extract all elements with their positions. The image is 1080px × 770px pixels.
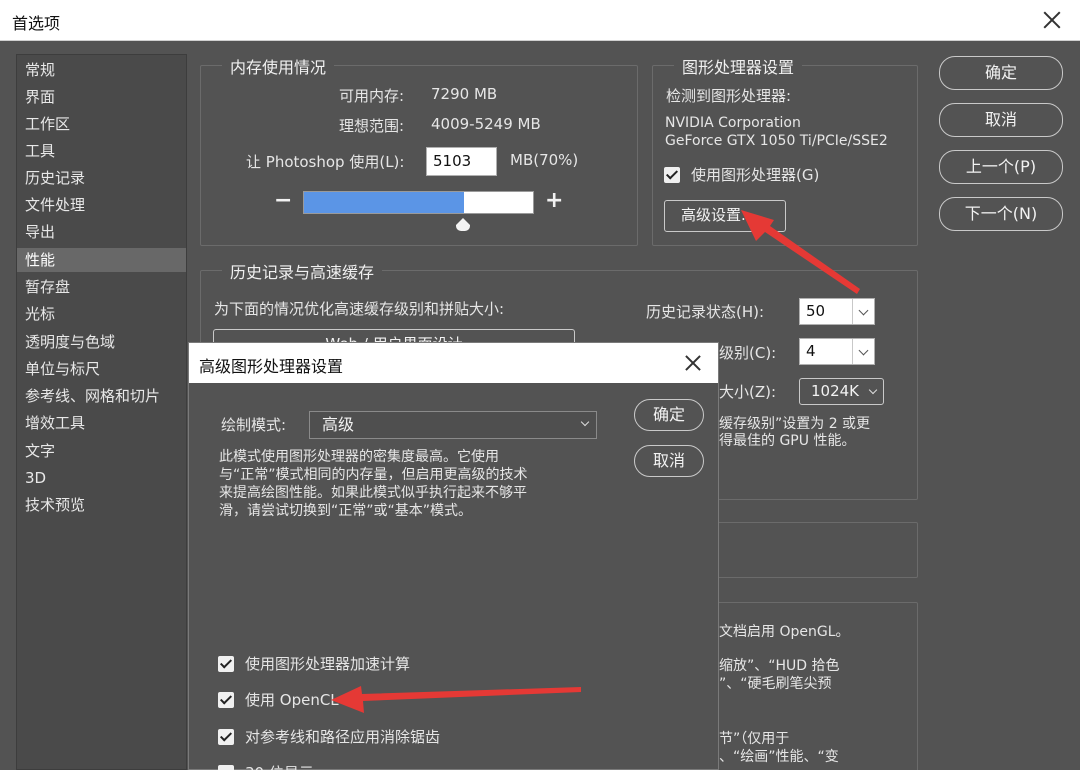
- advanced-gpu-dialog: 高级图形处理器设置 绘制模式: 高级 确定 取消 此模式使用图形处理器的密集度最…: [188, 342, 719, 770]
- thirty-bit-display-checkbox[interactable]: [218, 765, 234, 770]
- chevron-down-icon: [868, 385, 878, 395]
- gpu-vendor: NVIDIA Corporation: [665, 115, 801, 131]
- feature-note-b1: 节”（仅用于: [719, 731, 790, 747]
- dialog-cancel-button[interactable]: 取消: [634, 445, 704, 477]
- use-gpu-label: 使用图形处理器(G): [691, 166, 820, 184]
- nav-item-export[interactable]: 导出: [17, 220, 186, 244]
- cache-note-line1: 缓存级别”设置为 2 或更: [719, 416, 871, 432]
- nav-item-history-log[interactable]: 历史记录: [17, 166, 186, 190]
- use-gpu-checkbox[interactable]: [664, 167, 680, 183]
- history-cache-title: 历史记录与高速缓存: [222, 259, 383, 283]
- antialias-guides-label: 对参考线和路径应用消除锯齿: [245, 728, 441, 746]
- feature-note-a1: 缩放”、“HUD 拾色: [719, 658, 840, 674]
- nav-item-type[interactable]: 文字: [17, 439, 186, 463]
- gpu-settings-title: 图形处理器设置: [674, 54, 803, 78]
- window-titlebar: 首选项: [0, 0, 1080, 41]
- chevron-down-icon: [580, 417, 590, 427]
- nav-item-units-rulers[interactable]: 单位与标尺: [17, 357, 186, 381]
- chevron-down-icon: [852, 299, 874, 324]
- drawing-mode-label: 绘制模式:: [221, 416, 287, 434]
- mode-description-line2: 与“正常”模式相同的内存量，但启用更高级的技术: [219, 467, 528, 483]
- history-states-label: 历史记录状态(H):: [646, 303, 765, 321]
- ideal-range-value: 4009-5249 MB: [431, 115, 541, 133]
- nav-item-tech-previews[interactable]: 技术预览: [17, 493, 186, 517]
- dialog-title: 高级图形处理器设置: [199, 357, 344, 376]
- cache-note-line2: 得最佳的 GPU 性能。: [719, 433, 856, 449]
- scratch-group-partial: [700, 522, 918, 578]
- memory-amount-input[interactable]: 5103: [426, 147, 497, 176]
- cache-levels-label: 级别(C):: [719, 344, 777, 362]
- dialog-titlebar: 高级图形处理器设置: [189, 343, 718, 383]
- thirty-bit-display-label: 30 位显示: [245, 762, 314, 770]
- nav-item-transparency-gamut[interactable]: 透明度与色域: [17, 330, 186, 354]
- nav-item-guides-grid-slices[interactable]: 参考线、网格和切片: [17, 384, 186, 408]
- optimize-cache-label: 为下面的情况优化高速缓存级别和拼贴大小:: [214, 300, 505, 318]
- history-states-value: 50: [806, 302, 826, 320]
- nav-item-interface[interactable]: 界面: [17, 85, 186, 109]
- opencl-label: 使用 OpenCL: [245, 691, 339, 709]
- memory-slider-track[interactable]: [303, 191, 534, 214]
- gpu-compute-label: 使用图形处理器加速计算: [245, 655, 411, 673]
- tile-size-label: 大小(Z):: [719, 383, 777, 401]
- dialog-ok-button[interactable]: 确定: [634, 399, 704, 431]
- close-icon[interactable]: [680, 350, 706, 376]
- available-ram-label: 可用内存:: [339, 87, 405, 105]
- memory-slider-fill: [304, 192, 465, 213]
- cache-levels-value: 4: [806, 342, 816, 360]
- memory-unit-label: MB(70%): [510, 151, 579, 169]
- ok-button[interactable]: 确定: [939, 56, 1063, 90]
- previous-button[interactable]: 上一个(P): [939, 150, 1063, 184]
- opencl-checkbox[interactable]: [218, 692, 234, 708]
- opengl-note: 文档启用 OpenGL。: [719, 624, 850, 640]
- window-title: 首选项: [12, 14, 61, 33]
- gpu-model: GeForce GTX 1050 Ti/PCIe/SSE2: [665, 133, 888, 149]
- feature-note-a2: ”、“硬毛刷笔尖预: [719, 676, 832, 692]
- advanced-settings-button[interactable]: 高级设置...: [664, 200, 786, 232]
- gpu-detected-label: 检测到图形处理器:: [666, 87, 792, 105]
- nav-item-cursors[interactable]: 光标: [17, 302, 186, 326]
- mode-description-line4: 滑，请尝试切换到“正常”或“基本”模式。: [219, 503, 473, 519]
- let-photoshop-use-label: 让 Photoshop 使用(L):: [246, 153, 405, 171]
- gpu-compute-checkbox[interactable]: [218, 656, 234, 672]
- antialias-guides-checkbox[interactable]: [218, 729, 234, 745]
- preferences-nav: 常规 界面 工作区 工具 历史记录 文件处理 导出 性能 暂存盘 光标 透明度与…: [16, 54, 187, 770]
- drawing-mode-value: 高级: [322, 415, 355, 434]
- drawing-mode-select[interactable]: 高级: [309, 411, 597, 439]
- next-button[interactable]: 下一个(N): [939, 197, 1063, 231]
- decrease-memory-icon[interactable]: −: [274, 188, 292, 213]
- cache-levels-select[interactable]: 4: [799, 338, 875, 365]
- nav-item-tools[interactable]: 工具: [17, 139, 186, 163]
- nav-item-general[interactable]: 常规: [17, 58, 186, 82]
- memory-slider-thumb[interactable]: [456, 218, 470, 232]
- memory-usage-title: 内存使用情况: [222, 54, 335, 78]
- increase-memory-icon[interactable]: +: [545, 188, 563, 213]
- nav-item-3d[interactable]: 3D: [17, 466, 186, 490]
- ideal-range-label: 理想范围:: [339, 117, 405, 135]
- mode-description-line1: 此模式使用图形处理器的密集度最高。它使用: [219, 449, 499, 465]
- close-icon[interactable]: [1038, 6, 1066, 34]
- tile-size-value: 1024K: [811, 382, 860, 400]
- nav-item-workspace[interactable]: 工作区: [17, 112, 186, 136]
- available-ram-value: 7290 MB: [431, 85, 498, 103]
- nav-item-performance[interactable]: 性能: [17, 248, 186, 272]
- history-states-select[interactable]: 50: [799, 298, 875, 325]
- cancel-button[interactable]: 取消: [939, 103, 1063, 137]
- feature-note-b2: 、“绘画”性能、“变: [719, 749, 839, 765]
- nav-item-file-handling[interactable]: 文件处理: [17, 193, 186, 217]
- nav-item-plugins[interactable]: 增效工具: [17, 411, 186, 435]
- chevron-down-icon: [852, 339, 874, 364]
- nav-item-scratch-disks[interactable]: 暂存盘: [17, 275, 186, 299]
- mode-description-line3: 来提高绘图性能。如果此模式似乎执行起来不够平: [219, 485, 527, 501]
- tile-size-select[interactable]: 1024K: [799, 378, 884, 405]
